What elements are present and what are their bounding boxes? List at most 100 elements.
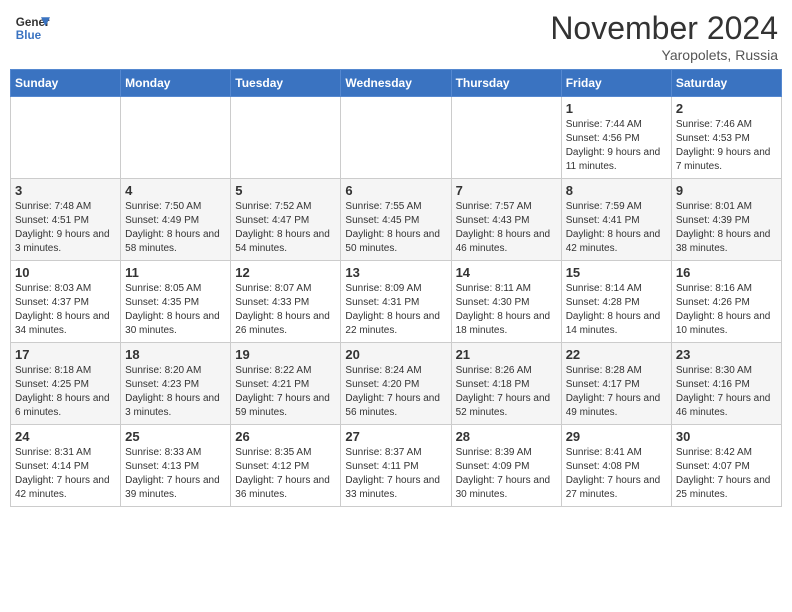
calendar-cell: 17 Sunrise: 8:18 AM Sunset: 4:25 PM Dayli… <box>11 343 121 425</box>
weekday-wednesday: Wednesday <box>341 70 451 97</box>
calendar-cell: 25 Sunrise: 8:33 AM Sunset: 4:13 PM Dayli… <box>121 425 231 507</box>
calendar-cell <box>451 97 561 179</box>
calendar-cell <box>341 97 451 179</box>
day-info: Sunrise: 8:26 AM Sunset: 4:18 PM Dayligh… <box>456 364 557 420</box>
day-number: 29 <box>566 429 667 444</box>
page-header: General Blue November 2024 Yaropolets, R… <box>10 10 782 63</box>
calendar-cell: 28 Sunrise: 8:39 AM Sunset: 4:09 PM Dayli… <box>451 425 561 507</box>
weekday-monday: Monday <box>121 70 231 97</box>
day-number: 7 <box>456 183 557 198</box>
calendar-week-2: 3Sunrise: 7:48 AM Sunset: 4:51 PM Daylig… <box>11 179 782 261</box>
calendar-week-3: 10 Sunrise: 8:03 AM Sunset: 4:37 PM Dayli… <box>11 261 782 343</box>
calendar-cell: 4Sunrise: 7:50 AM Sunset: 4:49 PM Daylig… <box>121 179 231 261</box>
day-number: 26 <box>235 429 336 444</box>
day-number: 24 <box>15 429 116 444</box>
weekday-sunday: Sunday <box>11 70 121 97</box>
weekday-header-row: SundayMondayTuesdayWednesdayThursdayFrid… <box>11 70 782 97</box>
day-info: Sunrise: 7:59 AM Sunset: 4:41 PM Dayligh… <box>566 200 667 256</box>
calendar-cell: 27 Sunrise: 8:37 AM Sunset: 4:11 PM Dayli… <box>341 425 451 507</box>
day-number: 5 <box>235 183 336 198</box>
calendar-cell: 1Sunrise: 7:44 AM Sunset: 4:56 PM Daylig… <box>561 97 671 179</box>
calendar-cell: 9 Sunrise: 8:01 AM Sunset: 4:39 PM Daylig… <box>671 179 781 261</box>
weekday-thursday: Thursday <box>451 70 561 97</box>
day-info: Sunrise: 7:52 AM Sunset: 4:47 PM Dayligh… <box>235 200 336 256</box>
day-number: 16 <box>676 265 777 280</box>
day-info: Sunrise: 8:37 AM Sunset: 4:11 PM Dayligh… <box>345 446 446 502</box>
day-number: 22 <box>566 347 667 362</box>
title-block: November 2024 Yaropolets, Russia <box>550 10 778 63</box>
day-info: Sunrise: 8:35 AM Sunset: 4:12 PM Dayligh… <box>235 446 336 502</box>
calendar-cell: 7Sunrise: 7:57 AM Sunset: 4:43 PM Daylig… <box>451 179 561 261</box>
day-info: Sunrise: 8:28 AM Sunset: 4:17 PM Dayligh… <box>566 364 667 420</box>
day-info: Sunrise: 8:01 AM Sunset: 4:39 PM Dayligh… <box>676 200 777 256</box>
day-info: Sunrise: 8:20 AM Sunset: 4:23 PM Dayligh… <box>125 364 226 420</box>
day-info: Sunrise: 7:50 AM Sunset: 4:49 PM Dayligh… <box>125 200 226 256</box>
day-number: 27 <box>345 429 446 444</box>
month-title: November 2024 <box>550 10 778 47</box>
day-number: 21 <box>456 347 557 362</box>
calendar-cell: 2Sunrise: 7:46 AM Sunset: 4:53 PM Daylig… <box>671 97 781 179</box>
calendar-week-1: 1Sunrise: 7:44 AM Sunset: 4:56 PM Daylig… <box>11 97 782 179</box>
calendar-cell: 19 Sunrise: 8:22 AM Sunset: 4:21 PM Dayli… <box>231 343 341 425</box>
day-info: Sunrise: 8:09 AM Sunset: 4:31 PM Dayligh… <box>345 282 446 338</box>
day-info: Sunrise: 8:03 AM Sunset: 4:37 PM Dayligh… <box>15 282 116 338</box>
day-number: 12 <box>235 265 336 280</box>
calendar-header: SundayMondayTuesdayWednesdayThursdayFrid… <box>11 70 782 97</box>
weekday-saturday: Saturday <box>671 70 781 97</box>
day-info: Sunrise: 8:30 AM Sunset: 4:16 PM Dayligh… <box>676 364 777 420</box>
day-number: 19 <box>235 347 336 362</box>
day-number: 3 <box>15 183 116 198</box>
calendar-cell: 29Sunrise: 8:41 AM Sunset: 4:08 PM Dayli… <box>561 425 671 507</box>
day-info: Sunrise: 8:33 AM Sunset: 4:13 PM Dayligh… <box>125 446 226 502</box>
day-number: 2 <box>676 101 777 116</box>
calendar-body: 1Sunrise: 7:44 AM Sunset: 4:56 PM Daylig… <box>11 97 782 507</box>
calendar-cell: 16 Sunrise: 8:16 AM Sunset: 4:26 PM Dayli… <box>671 261 781 343</box>
day-number: 13 <box>345 265 446 280</box>
day-number: 10 <box>15 265 116 280</box>
calendar-cell: 20 Sunrise: 8:24 AM Sunset: 4:20 PM Dayli… <box>341 343 451 425</box>
calendar-cell: 13 Sunrise: 8:09 AM Sunset: 4:31 PM Dayli… <box>341 261 451 343</box>
day-info: Sunrise: 8:16 AM Sunset: 4:26 PM Dayligh… <box>676 282 777 338</box>
day-info: Sunrise: 8:22 AM Sunset: 4:21 PM Dayligh… <box>235 364 336 420</box>
calendar-cell: 22 Sunrise: 8:28 AM Sunset: 4:17 PM Dayli… <box>561 343 671 425</box>
calendar-cell: 12 Sunrise: 8:07 AM Sunset: 4:33 PM Dayli… <box>231 261 341 343</box>
day-info: Sunrise: 8:24 AM Sunset: 4:20 PM Dayligh… <box>345 364 446 420</box>
calendar-cell: 5 Sunrise: 7:52 AM Sunset: 4:47 PM Daylig… <box>231 179 341 261</box>
day-info: Sunrise: 8:39 AM Sunset: 4:09 PM Dayligh… <box>456 446 557 502</box>
calendar-cell: 14 Sunrise: 8:11 AM Sunset: 4:30 PM Dayli… <box>451 261 561 343</box>
calendar-cell: 15 Sunrise: 8:14 AM Sunset: 4:28 PM Dayli… <box>561 261 671 343</box>
day-number: 1 <box>566 101 667 116</box>
calendar-cell: 24 Sunrise: 8:31 AM Sunset: 4:14 PM Dayli… <box>11 425 121 507</box>
calendar-cell: 30Sunrise: 8:42 AM Sunset: 4:07 PM Dayli… <box>671 425 781 507</box>
day-info: Sunrise: 8:18 AM Sunset: 4:25 PM Dayligh… <box>15 364 116 420</box>
day-number: 18 <box>125 347 226 362</box>
calendar-cell <box>231 97 341 179</box>
day-number: 11 <box>125 265 226 280</box>
day-info: Sunrise: 8:14 AM Sunset: 4:28 PM Dayligh… <box>566 282 667 338</box>
location: Yaropolets, Russia <box>550 47 778 63</box>
calendar-cell: 21 Sunrise: 8:26 AM Sunset: 4:18 PM Dayli… <box>451 343 561 425</box>
day-number: 23 <box>676 347 777 362</box>
calendar-cell: 6Sunrise: 7:55 AM Sunset: 4:45 PM Daylig… <box>341 179 451 261</box>
calendar-cell: 26 Sunrise: 8:35 AM Sunset: 4:12 PM Dayli… <box>231 425 341 507</box>
calendar-week-5: 24 Sunrise: 8:31 AM Sunset: 4:14 PM Dayli… <box>11 425 782 507</box>
svg-text:Blue: Blue <box>16 29 42 42</box>
day-number: 14 <box>456 265 557 280</box>
calendar-cell <box>11 97 121 179</box>
calendar-cell: 8 Sunrise: 7:59 AM Sunset: 4:41 PM Daylig… <box>561 179 671 261</box>
day-number: 25 <box>125 429 226 444</box>
logo: General Blue <box>14 10 50 46</box>
weekday-friday: Friday <box>561 70 671 97</box>
day-info: Sunrise: 8:31 AM Sunset: 4:14 PM Dayligh… <box>15 446 116 502</box>
day-number: 17 <box>15 347 116 362</box>
day-number: 28 <box>456 429 557 444</box>
day-info: Sunrise: 8:42 AM Sunset: 4:07 PM Dayligh… <box>676 446 777 502</box>
day-number: 15 <box>566 265 667 280</box>
day-number: 9 <box>676 183 777 198</box>
calendar-cell: 10 Sunrise: 8:03 AM Sunset: 4:37 PM Dayli… <box>11 261 121 343</box>
day-info: Sunrise: 8:07 AM Sunset: 4:33 PM Dayligh… <box>235 282 336 338</box>
day-number: 20 <box>345 347 446 362</box>
day-number: 8 <box>566 183 667 198</box>
weekday-tuesday: Tuesday <box>231 70 341 97</box>
day-info: Sunrise: 8:11 AM Sunset: 4:30 PM Dayligh… <box>456 282 557 338</box>
